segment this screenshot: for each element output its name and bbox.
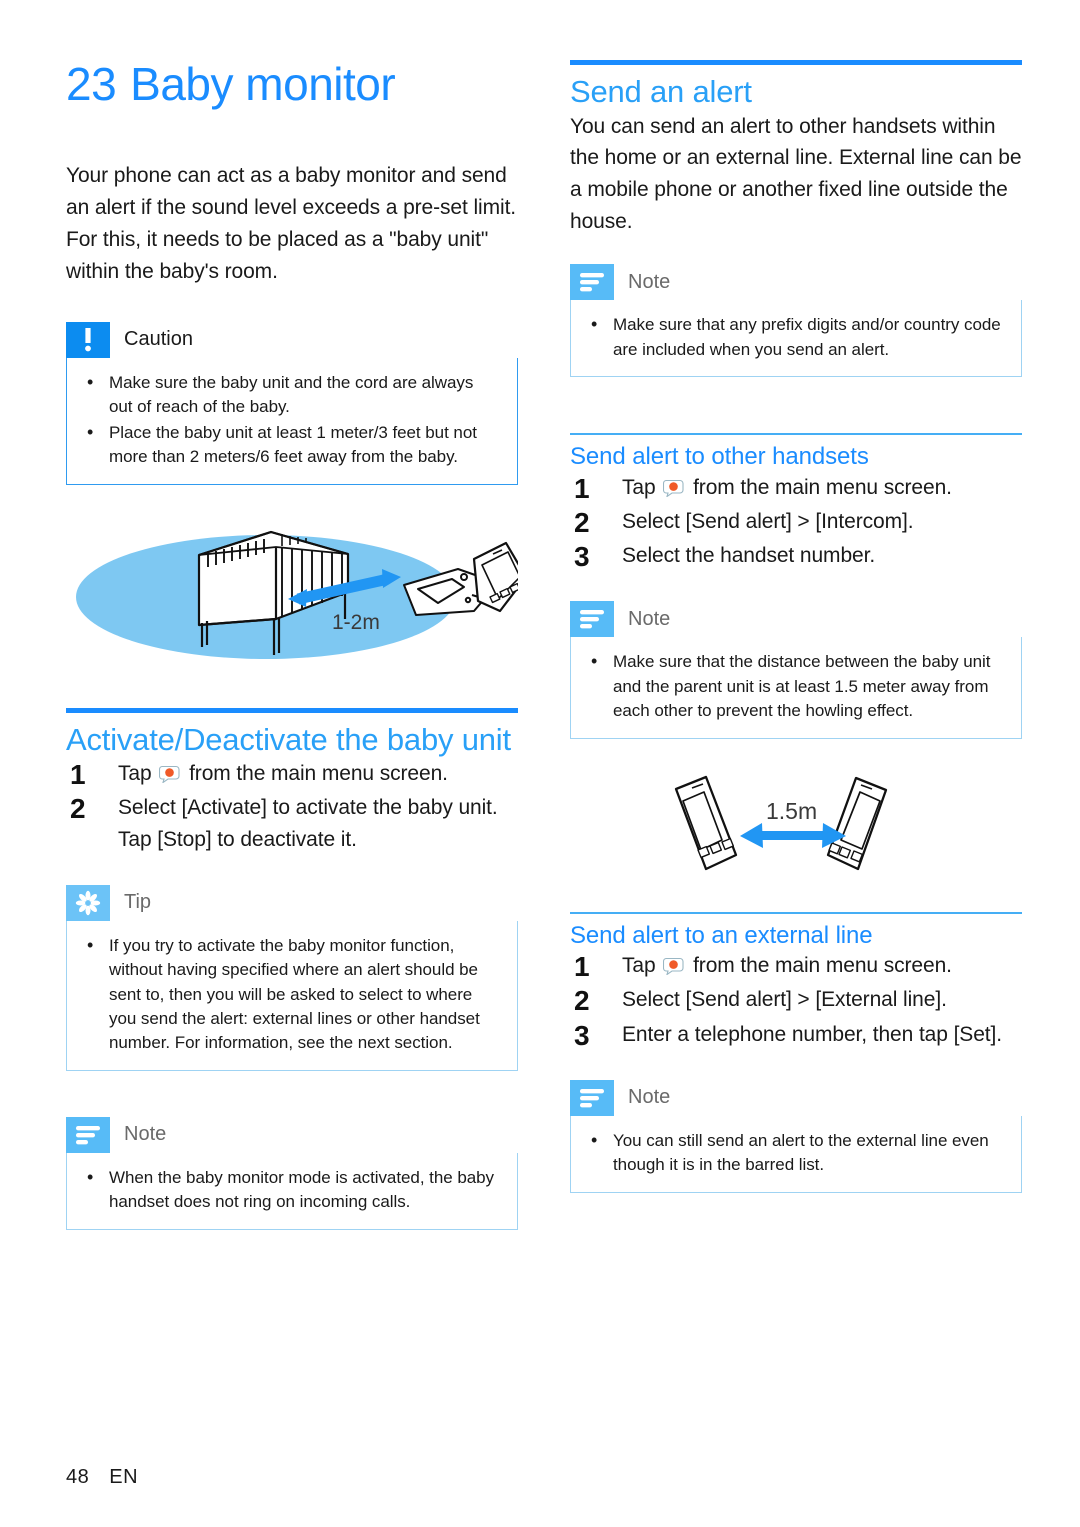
send-alert-paragraph: You can send an alert to other handsets …: [570, 114, 1022, 234]
subsection-heading: Send alert to an external line: [570, 921, 873, 949]
right-column: Send an alert You can send an alert to o…: [570, 60, 1022, 1193]
page-footer: 48 EN: [66, 1466, 138, 1489]
list-item: Place the baby unit at least 1 meter/3 f…: [83, 420, 501, 470]
section-rule: [66, 707, 518, 713]
step-text-post: from the main menu screen.: [693, 954, 952, 978]
tip-callout: Tip If you try to activate the baby moni…: [66, 884, 518, 1071]
caution-list: Make sure the baby unit and the cord are…: [83, 370, 501, 470]
step-item: Select the handset number.: [570, 536, 1022, 578]
step-item: Tap from the main menu screen.: [570, 946, 1022, 988]
crib-distance-label: 1-2m: [332, 611, 380, 634]
note-lines-icon: [570, 264, 614, 301]
page-title: 23 Baby monitor: [66, 60, 518, 108]
manual-page: 23 Baby monitor Your phone can act as a b…: [0, 0, 1080, 1527]
chapter-number: 23: [66, 58, 117, 110]
tip-callout-header: Tip: [66, 884, 518, 921]
list-item: If you try to activate the baby monitor …: [83, 933, 501, 1056]
chapter-title: Baby monitor: [130, 58, 396, 110]
list-item: You can still send an alert to the exter…: [587, 1128, 1005, 1178]
tip-list: If you try to activate the baby monitor …: [83, 933, 501, 1056]
note-list: Make sure that any prefix digits and/or …: [587, 312, 1005, 362]
step-item: Select [Send alert] > [Intercom].: [570, 502, 1022, 544]
two-handsets-distance-figure: 1.5m: [570, 761, 1022, 896]
note-callout-header: Note: [66, 1116, 518, 1153]
note-callout-header: Note: [570, 601, 1022, 638]
list-item: Make sure that any prefix digits and/or …: [587, 312, 1005, 362]
note-callout-body: You can still send an alert to the exter…: [570, 1115, 1022, 1193]
step-text-pre: Tap: [622, 475, 656, 499]
caution-callout-body: Make sure the baby unit and the cord are…: [66, 357, 518, 485]
list-item: Make sure the baby unit and the cord are…: [83, 370, 501, 420]
other-handsets-steps: Tap from the main menu screen. Select [S…: [570, 468, 1022, 578]
intro-paragraph: Your phone can act as a baby monitor and…: [66, 164, 517, 284]
baby-monitor-icon: [159, 761, 181, 785]
note-list: You can still send an alert to the exter…: [587, 1128, 1005, 1178]
note-lines-icon: [570, 1079, 614, 1116]
note-callout-header: Note: [570, 1079, 1022, 1116]
subsection-heading: Send alert to other handsets: [570, 443, 869, 471]
note-callout-header: Note: [570, 264, 1022, 301]
footer-language: EN: [109, 1466, 139, 1488]
caution-callout-header: Caution: [66, 321, 518, 358]
footer-page-number: 48: [66, 1466, 90, 1488]
left-column: 23 Baby monitor Your phone can act as a b…: [66, 60, 528, 1230]
external-line-section: Send alert to an external line: [570, 911, 1022, 951]
tip-callout-body: If you try to activate the baby monitor …: [66, 920, 518, 1071]
step-item: Select [Send alert] > [External line].: [570, 980, 1022, 1022]
send-alert-section: Send an alert: [570, 60, 1022, 111]
exclamation-icon: [66, 321, 110, 358]
step-text-pre: Tap: [622, 954, 656, 978]
tip-callout-title: Tip: [124, 891, 152, 914]
step-item: Tap from the main menu screen.: [570, 468, 1022, 510]
subsection-rule: [570, 433, 1022, 436]
note-callout-title: Note: [628, 270, 671, 293]
caution-callout: Caution Make sure the baby unit and the …: [66, 321, 518, 485]
step-item: Enter a telephone number, then tap [Set]…: [570, 1015, 1022, 1057]
baby-monitor-note-callout: Note When the baby monitor mode is activ…: [66, 1116, 518, 1230]
subsection-rule: [570, 911, 1022, 914]
note-callout-title: Note: [628, 1086, 671, 1109]
baby-monitor-icon: [663, 475, 685, 498]
note-lines-icon: [66, 1116, 110, 1153]
step-text-post: Select [Send alert] > [External line].: [622, 988, 947, 1012]
note-callout-body: When the baby monitor mode is activated,…: [66, 1152, 518, 1230]
list-item: When the baby monitor mode is activated,…: [83, 1165, 501, 1215]
section-heading: Send an alert: [570, 74, 752, 109]
activate-section: Activate/Deactivate the baby unit: [66, 707, 518, 759]
step-text-post: Select [Activate] to activate the baby u…: [118, 796, 498, 851]
howling-note-callout: Note Make sure that the distance between…: [570, 601, 1022, 739]
step-text-post: from the main menu screen.: [693, 475, 952, 499]
asterisk-icon: [66, 884, 110, 921]
section-rule: [570, 60, 1022, 65]
baby-monitor-icon: [663, 953, 685, 977]
external-line-steps: Tap from the main menu screen. Select [S…: [570, 946, 1022, 1057]
activate-steps: Tap from the main menu screen. Select [A…: [66, 754, 518, 854]
barred-list-note-callout: Note You can still send an alert to the …: [570, 1079, 1022, 1193]
step-text-pre: Tap: [118, 762, 152, 786]
note-callout-title: Note: [124, 1123, 167, 1146]
list-item: Make sure that the distance between the …: [587, 649, 1005, 723]
step-item: Tap from the main menu screen.: [66, 754, 518, 796]
crib-and-handset-distance-figure: 1-2m: [66, 507, 528, 682]
caution-callout-title: Caution: [124, 328, 193, 351]
send-alert-note-callout: Note Make sure that any prefix digits an…: [570, 264, 1022, 378]
section-heading: Activate/Deactivate the baby unit: [66, 721, 511, 757]
note-list: Make sure that the distance between the …: [587, 649, 1005, 723]
other-handsets-section: Send alert to other handsets: [570, 433, 1022, 472]
note-list: When the baby monitor mode is activated,…: [83, 1165, 501, 1215]
step-text-post: Select the handset number.: [622, 544, 876, 568]
step-text-post: Select [Send alert] > [Intercom].: [622, 510, 914, 534]
step-text-post: Enter a telephone number, then tap [Set]…: [622, 1022, 1003, 1046]
step-item: Select [Activate] to activate the baby u…: [66, 788, 518, 854]
note-callout-body: Make sure that the distance between the …: [570, 637, 1022, 739]
handsets-distance-label: 1.5m: [766, 798, 817, 824]
step-text-post: from the main menu screen.: [189, 762, 448, 786]
note-callout-title: Note: [628, 607, 671, 630]
note-callout-body: Make sure that any prefix digits and/or …: [570, 300, 1022, 378]
note-lines-icon: [570, 601, 614, 638]
